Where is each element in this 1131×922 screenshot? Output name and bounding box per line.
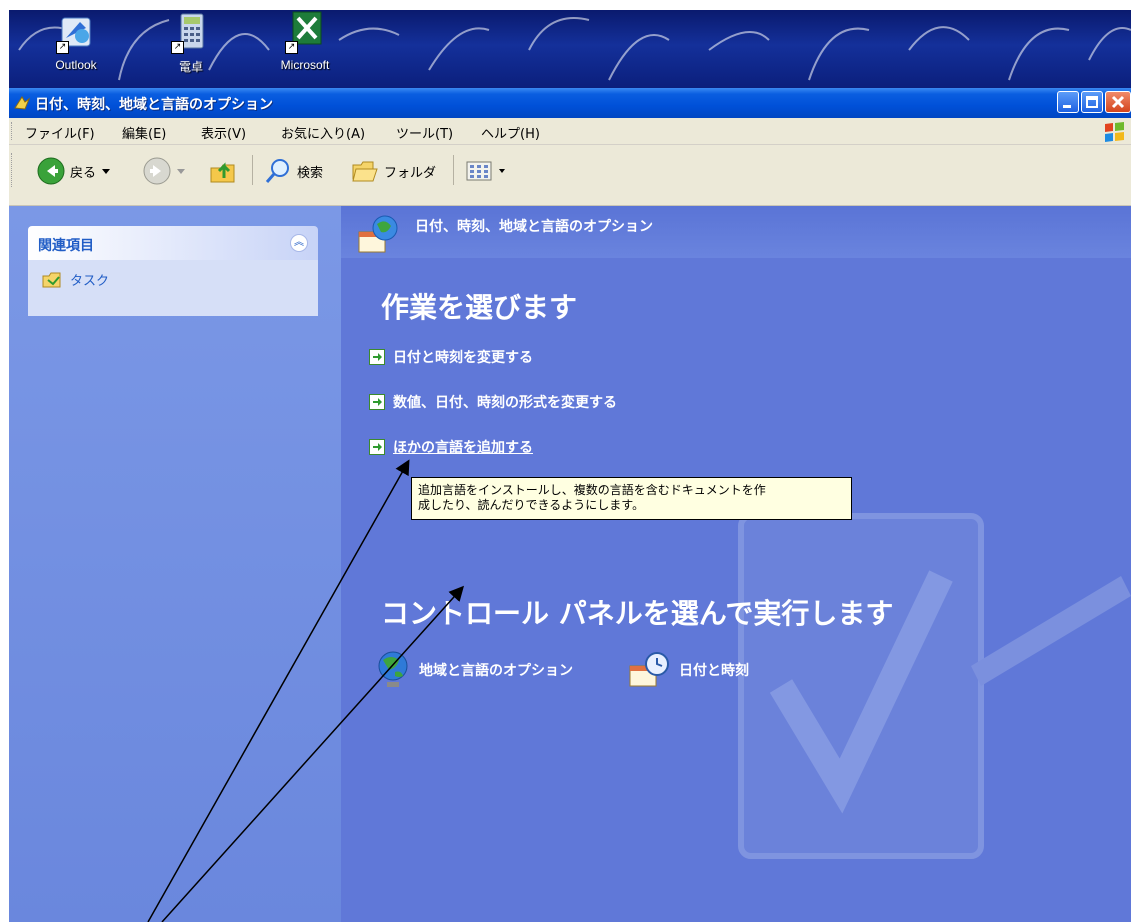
desktop-shortcut-calculator[interactable]: ↗ 電卓 <box>151 10 231 75</box>
forward-arrow-icon <box>143 157 171 185</box>
views-button[interactable] <box>465 153 506 189</box>
see-also-panel: 関連項目 ︽ タスク <box>28 226 318 316</box>
close-button[interactable] <box>1105 91 1131 113</box>
category-header-title: 日付、時刻、地域と言語のオプション <box>415 219 653 235</box>
close-icon <box>1111 95 1125 109</box>
toolbar-separator <box>453 155 454 185</box>
desktop-icon-label: Microsoft <box>280 58 330 72</box>
see-also-panel-body: タスク <box>28 260 318 316</box>
task-link-label: タスク <box>70 274 110 289</box>
maximize-icon <box>1086 96 1098 108</box>
collapse-chevron-icon[interactable]: ︽ <box>290 234 308 252</box>
views-icon <box>466 161 492 181</box>
task-link[interactable]: タスク <box>42 270 109 289</box>
desktop-shortcut-outlook[interactable]: ↗ Outlook <box>36 10 116 72</box>
pick-task-heading: 作業を選びます <box>381 291 578 324</box>
up-folder-button[interactable] <box>208 153 238 189</box>
see-also-panel-header[interactable]: 関連項目 ︽ <box>28 226 318 260</box>
green-arrow-icon <box>369 439 385 455</box>
menu-tools[interactable]: ツール(T) <box>396 123 453 142</box>
minimize-button[interactable] <box>1057 91 1079 113</box>
task-pane: 関連項目 ︽ タスク <box>9 206 341 922</box>
task-link-text: 数値、日付、時刻の形式を変更する <box>393 395 617 411</box>
minimize-icon <box>1063 105 1071 108</box>
back-button[interactable]: 戻る <box>37 153 111 189</box>
window-title: 日付、時刻、地域と言語のオプション <box>35 97 273 113</box>
task-folder-icon <box>42 272 61 287</box>
cp-icon-label: 地域と言語のオプション <box>419 663 573 679</box>
cp-date-time[interactable]: 日付と時刻 <box>627 650 749 690</box>
forward-button[interactable] <box>143 153 186 189</box>
tooltip: 追加言語をインストールし、複数の言語を含むドキュメントを作 成したり、読んだりで… <box>411 477 852 520</box>
task-add-language[interactable]: ほかの言語を追加する <box>369 437 533 457</box>
title-bar[interactable]: 日付、時刻、地域と言語のオプション <box>9 88 1131 118</box>
desktop-icon-label: 電卓 <box>178 60 203 74</box>
maximize-button[interactable] <box>1081 91 1103 113</box>
search-button[interactable]: 検索 <box>264 153 323 189</box>
date-time-language-icon <box>358 215 398 253</box>
search-icon <box>265 159 289 183</box>
desktop-background: ↗ Outlook ↗ 電卓 ↗ Microsoft <box>9 10 1131 88</box>
cp-regional-language-options[interactable]: 地域と言語のオプション <box>375 650 573 690</box>
desktop-shortcut-excel[interactable]: ↗ Microsoft <box>265 10 345 72</box>
menu-bar: ファイル(F) 編集(E) 表示(V) お気に入り(A) ツール(T) ヘルプ(… <box>9 118 1131 145</box>
pick-control-panel-heading: コントロール パネルを選んで実行します <box>381 597 894 630</box>
menu-help[interactable]: ヘルプ(H) <box>481 123 540 142</box>
category-content-pane: 日付、時刻、地域と言語のオプション 作業を選びます 日付と時刻を変更する 数値、… <box>341 206 1131 922</box>
control-panel-window-icon <box>14 96 31 110</box>
dropdown-arrow-icon[interactable] <box>498 166 506 176</box>
dropdown-arrow-icon[interactable] <box>176 166 186 176</box>
toolbar-separator <box>252 155 253 185</box>
search-button-label: 検索 <box>297 165 324 181</box>
date-time-icon <box>629 652 669 687</box>
folders-icon <box>352 161 378 182</box>
globe-icon <box>378 651 408 687</box>
windows-logo-icon <box>1105 122 1124 142</box>
folders-button-label: フォルダ <box>384 165 437 181</box>
green-arrow-icon <box>369 394 385 410</box>
menu-edit[interactable]: 編集(E) <box>122 123 166 142</box>
folders-button[interactable]: フォルダ <box>351 153 436 189</box>
tooltip-line: 成したり、読んだりできるようにします。 <box>418 498 645 512</box>
menu-file[interactable]: ファイル(F) <box>25 123 95 142</box>
cp-icon-label: 日付と時刻 <box>679 663 749 679</box>
toolbar-grip <box>11 153 14 187</box>
task-link-text: ほかの言語を追加する <box>393 440 533 456</box>
up-folder-icon <box>210 162 235 183</box>
back-button-label: 戻る <box>70 165 97 181</box>
menu-bar-grip <box>11 122 14 140</box>
green-arrow-icon <box>369 349 385 365</box>
task-link-text: 日付と時刻を変更する <box>393 350 533 366</box>
see-also-panel-title: 関連項目 <box>38 238 94 254</box>
shortcut-arrow-icon: ↗ <box>171 41 184 54</box>
tooltip-line: 追加言語をインストールし、複数の言語を含むドキュメントを作 <box>418 483 766 497</box>
shortcut-arrow-icon: ↗ <box>56 41 69 54</box>
menu-view[interactable]: 表示(V) <box>201 123 246 142</box>
desktop-icon-label: Outlook <box>55 58 97 72</box>
watermark-checkmark-graphic <box>738 513 1131 859</box>
task-change-formats[interactable]: 数値、日付、時刻の形式を変更する <box>369 392 617 412</box>
category-header: 日付、時刻、地域と言語のオプション <box>341 206 1131 258</box>
task-change-date-time[interactable]: 日付と時刻を変更する <box>369 347 533 367</box>
dropdown-arrow-icon[interactable] <box>101 166 111 176</box>
shortcut-arrow-icon: ↗ <box>285 41 298 54</box>
standard-toolbar: 戻る 検索 フォルダ <box>9 145 1131 206</box>
menu-favorites[interactable]: お気に入り(A) <box>281 123 365 142</box>
back-arrow-icon <box>37 157 65 185</box>
